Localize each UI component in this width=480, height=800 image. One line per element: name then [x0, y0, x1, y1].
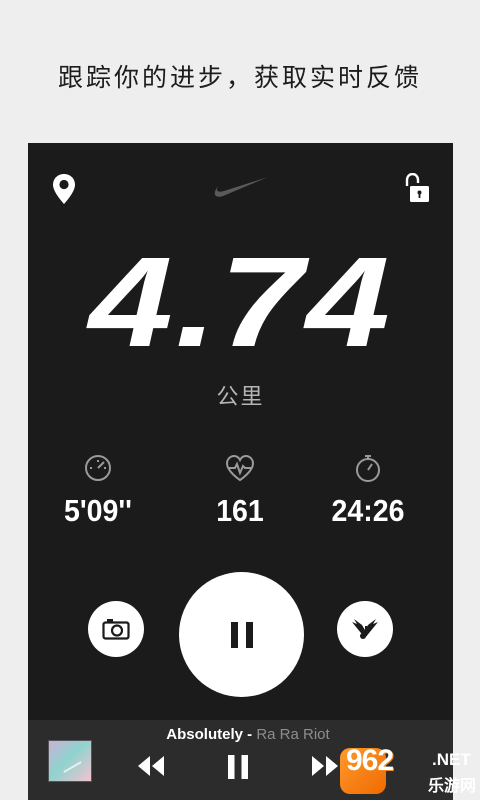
duration-stat: 24:26 [308, 453, 428, 529]
stopwatch-icon [356, 455, 380, 482]
heart-rate-value: 161 [216, 493, 264, 528]
location-pin-icon[interactable] [52, 173, 76, 205]
nike-swoosh-logo [214, 177, 268, 197]
distance-unit: 公里 [216, 385, 265, 410]
promo-caption: 跟踪你的进步，获取实时反馈 [57, 63, 422, 92]
album-art[interactable] [48, 740, 92, 782]
pause-icon[interactable] [226, 754, 250, 780]
powersong-wings-icon [352, 619, 378, 639]
duration-value: 24:26 [331, 493, 405, 528]
track-artist: Ra Ra Riot [256, 726, 330, 743]
pace-value: 5'09'' [64, 493, 132, 528]
camera-icon [102, 619, 130, 640]
track-separator: - [242, 726, 257, 743]
powersong-button[interactable] [337, 601, 393, 657]
pause-icon [230, 621, 253, 648]
watermark-number: 962 [346, 744, 394, 777]
heart-rate-icon [225, 454, 255, 482]
fast-forward-icon[interactable] [310, 754, 340, 778]
pace-stat: 5'09'' [38, 453, 158, 529]
app-screen: 4.74 公里 5'09'' 161 24:26 Absolutely - Ra… [28, 143, 453, 800]
camera-button[interactable] [88, 601, 144, 657]
watermark-domain: .NET [432, 750, 471, 769]
heart-rate-stat: 161 [180, 453, 300, 529]
pause-run-button[interactable] [179, 572, 304, 697]
watermark-name: 乐游网 [428, 776, 477, 795]
rewind-icon[interactable] [136, 754, 166, 778]
distance-value: 4.74 [88, 231, 393, 374]
site-watermark: 962 .NET 乐游网 [340, 742, 480, 800]
track-title: Absolutely [166, 726, 243, 743]
unlock-icon[interactable] [404, 173, 430, 203]
speedometer-icon [85, 455, 111, 481]
